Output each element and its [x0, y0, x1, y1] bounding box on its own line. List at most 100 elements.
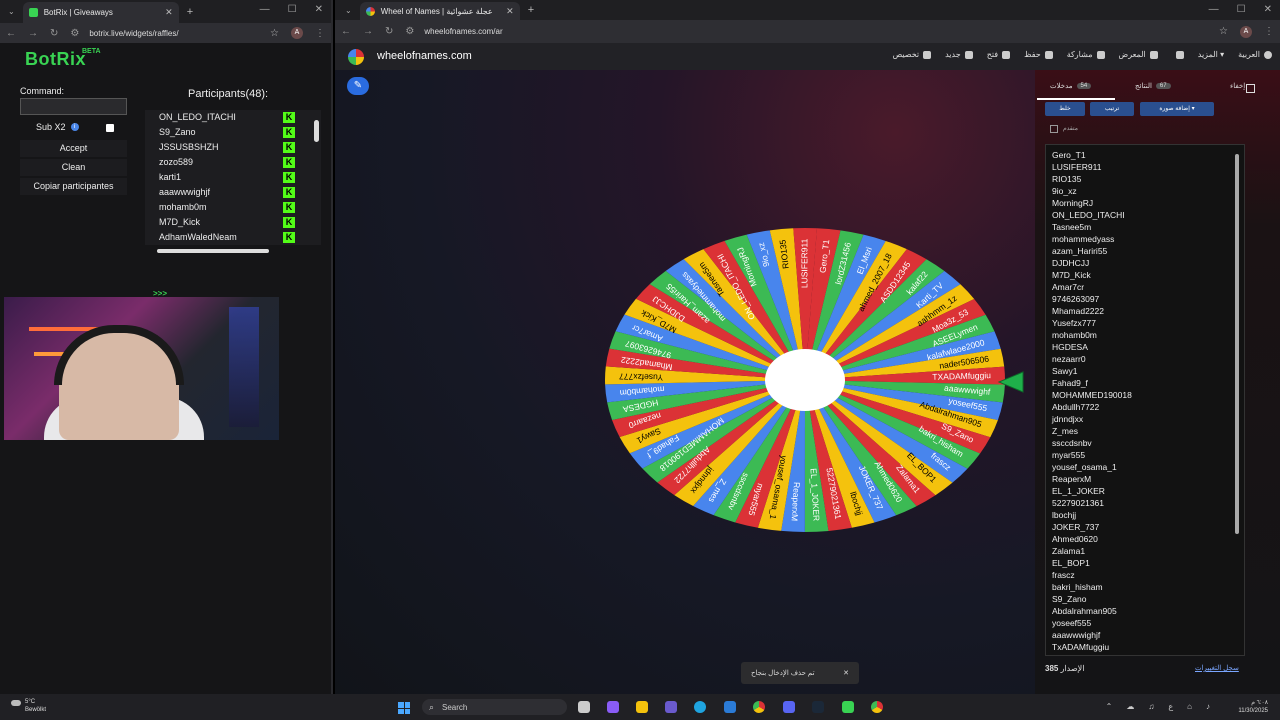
sub-x2-checkbox[interactable]	[106, 124, 114, 132]
tab-results[interactable]: النتائج 67	[1135, 82, 1171, 90]
entry-line: yousef_osama_1	[1052, 462, 1117, 472]
menu-language[interactable]: العربية	[1238, 50, 1272, 59]
participants-hscrollbar[interactable]	[145, 246, 313, 255]
wheel-hub[interactable]	[765, 349, 845, 411]
hscroll-thumb[interactable]	[157, 249, 269, 253]
discord-icon[interactable]	[783, 701, 795, 713]
menu-share[interactable]: مشاركة	[1067, 50, 1105, 59]
menu-save[interactable]: حفظ	[1024, 50, 1053, 59]
site-info-icon[interactable]: ⚙	[405, 26, 414, 37]
url-field[interactable]: wheelofnames.com/ar	[424, 27, 1219, 36]
task-view-icon[interactable]	[578, 701, 590, 713]
minimize-icon[interactable]: —	[1209, 4, 1219, 15]
entries-scrollbar[interactable]	[1233, 148, 1241, 653]
tab-wheel-of-names[interactable]: Wheel of Names | عجلة عشوائية ✕	[359, 2, 520, 20]
advanced-checkbox[interactable]	[1050, 125, 1058, 133]
entries-count-badge: 54	[1076, 83, 1092, 89]
participants-scrollbar[interactable]	[313, 110, 321, 245]
wheel[interactable]: Gero_T1 lordZ31456 El_Msriahmed_2007_18ASD…	[600, 227, 1030, 552]
mail-icon[interactable]	[724, 701, 736, 713]
menu-open[interactable]: فتح	[987, 50, 1011, 59]
volume-icon[interactable]: ♪	[1206, 702, 1210, 711]
hide-checkbox[interactable]	[1246, 84, 1255, 93]
cloud-icon[interactable]: ☁	[1126, 702, 1134, 711]
tab-botrix[interactable]: BotRix | Giveaways ✕	[22, 2, 179, 23]
tab-close-icon[interactable]: ✕	[165, 7, 173, 18]
chrome-icon[interactable]	[871, 701, 883, 713]
language-icon[interactable]: ع	[1168, 702, 1173, 711]
steam-icon[interactable]	[812, 701, 824, 713]
menu-fullscreen[interactable]	[1172, 50, 1184, 59]
forward-icon[interactable]: →	[28, 28, 38, 39]
tab-search-icon[interactable]: ⌄	[345, 6, 352, 15]
maximize-icon[interactable]: ☐	[288, 4, 297, 15]
store-icon[interactable]	[665, 701, 677, 713]
system-tray: ⌃ ☁ ♫ ع ⌂ ♪	[1106, 702, 1210, 711]
mic-icon[interactable]: ♫	[1148, 702, 1154, 711]
menu-gallery[interactable]: المعرض	[1119, 50, 1158, 59]
reload-icon[interactable]: ↻	[385, 26, 393, 37]
forward-icon[interactable]: →	[363, 26, 373, 37]
toast-close-icon[interactable]: ✕	[843, 669, 849, 677]
minimize-icon[interactable]: —	[260, 4, 270, 15]
network-icon[interactable]: ⌂	[1187, 702, 1192, 711]
close-window-icon[interactable]: ✕	[315, 4, 323, 15]
add-image-button[interactable]: إضافة صورة ▾	[1140, 102, 1214, 116]
menu-new[interactable]: جديد	[945, 50, 973, 59]
browser-menu-icon[interactable]: ⋮	[315, 28, 325, 39]
site-name[interactable]: wheelofnames.com	[377, 50, 472, 62]
clean-button[interactable]: Clean	[20, 159, 127, 176]
edge-icon[interactable]	[694, 701, 706, 713]
clock[interactable]: ٦:٠٨ م 11/30/2025	[1238, 699, 1268, 715]
sort-button[interactable]: ترتيب	[1090, 102, 1134, 116]
scroll-thumb[interactable]	[1235, 154, 1239, 534]
copilot-icon[interactable]	[607, 701, 619, 713]
new-tab-icon[interactable]: +	[187, 6, 193, 18]
tab-search-icon[interactable]: ⌄	[8, 7, 15, 16]
menu-label: جديد	[945, 50, 961, 59]
bookmark-star-icon[interactable]: ☆	[1219, 26, 1228, 37]
shuffle-button[interactable]: خلط	[1045, 102, 1085, 116]
reload-icon[interactable]: ↻	[50, 28, 58, 39]
url-field[interactable]: botrix.live/widgets/raffles/	[89, 29, 270, 38]
edit-pencil-icon[interactable]: ✎	[347, 77, 369, 95]
tab-entries[interactable]: مدخلات 54	[1050, 82, 1092, 90]
kick-icon: K	[283, 202, 295, 213]
list-item: mohamb0m K	[145, 200, 313, 215]
entry-line: Amar7cr	[1052, 282, 1085, 292]
tab-close-icon[interactable]: ✕	[506, 6, 514, 17]
scroll-thumb[interactable]	[314, 120, 319, 142]
menu-more[interactable]: المزيد ▾	[1198, 50, 1224, 59]
chevron-up-icon[interactable]: ⌃	[1106, 702, 1113, 711]
menu-customize[interactable]: تخصيص	[893, 50, 932, 59]
entry-line: aaawwwighjf	[1052, 630, 1101, 640]
close-window-icon[interactable]: ✕	[1264, 4, 1272, 15]
weather-widget[interactable]: 5°C Bewölkt	[11, 698, 46, 714]
new-tab-icon[interactable]: +	[528, 4, 534, 16]
botrix-browser-window: ⌄ BotRix | Giveaways ✕ + — ☐ ✕ ← → ↻ ⚙ b…	[0, 0, 333, 694]
accept-button[interactable]: Accept	[20, 140, 127, 157]
back-icon[interactable]: ←	[6, 28, 16, 39]
back-icon[interactable]: ←	[341, 26, 351, 37]
entry-line: lbochjj	[1052, 510, 1077, 520]
info-icon[interactable]: i	[70, 123, 79, 131]
entry-line: S9_Zano	[1052, 594, 1087, 604]
entries-textarea[interactable]: Gero_T1 LUSIFER911 RIO135 9io_xz MorningRJ ON…	[1045, 144, 1245, 656]
wheel-logo-icon[interactable]	[348, 49, 364, 65]
app-icon[interactable]	[842, 701, 854, 713]
profile-avatar[interactable]: A	[291, 27, 303, 39]
browser-menu-icon[interactable]: ⋮	[1264, 26, 1274, 37]
file-explorer-icon[interactable]	[636, 701, 648, 713]
maximize-icon[interactable]: ☐	[1237, 4, 1246, 15]
windows-start-icon[interactable]	[398, 702, 410, 714]
chrome-icon[interactable]	[753, 701, 765, 713]
command-input[interactable]	[20, 98, 127, 115]
bookmark-star-icon[interactable]: ☆	[270, 28, 279, 39]
profile-avatar[interactable]: A	[1240, 25, 1252, 38]
hide-label[interactable]: إخفاء	[1230, 82, 1245, 90]
site-info-icon[interactable]: ⚙	[70, 28, 79, 39]
participants-list[interactable]: ON_LEDO_ITACHI K S9_Zano K JSSUSBSHZH K zoz…	[145, 110, 313, 245]
copy-participants-button[interactable]: Copiar participantes	[20, 178, 127, 195]
taskbar-search[interactable]: ⌕ Search	[422, 699, 567, 715]
changelog-link[interactable]: سجل التغييرات	[1195, 664, 1239, 672]
